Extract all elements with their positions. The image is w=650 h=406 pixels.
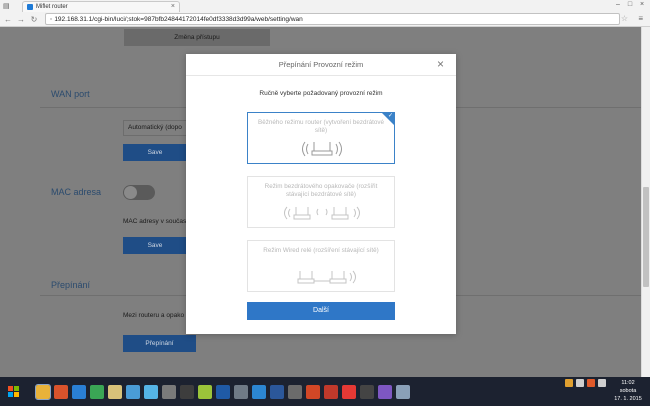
mac-description: MAC adresy v součas xyxy=(123,218,187,225)
firefox-icon[interactable] xyxy=(54,384,68,399)
windows-logo-icon xyxy=(8,385,19,397)
change-access-button[interactable]: Změna přístupu xyxy=(124,29,270,46)
explorer-icon[interactable] xyxy=(108,384,122,399)
app-icon[interactable] xyxy=(216,384,230,399)
ie-icon[interactable] xyxy=(72,384,86,399)
powerpoint-icon[interactable] xyxy=(306,384,320,399)
taskbar-clock[interactable]: 11:02 sobota 17. 1. 2015 xyxy=(612,379,644,403)
address-bar[interactable]: ▫ 192.168.31.1/cgi-bin/luci/;stok=987bfb2… xyxy=(45,13,620,25)
back-icon[interactable]: ← xyxy=(3,15,13,25)
tray-icon[interactable] xyxy=(565,379,573,387)
tab-title: Miflet router xyxy=(36,4,68,10)
tab-close-icon[interactable]: × xyxy=(171,3,175,10)
reload-icon[interactable]: ↻ xyxy=(29,15,39,25)
dialog-title: Přepínání Provozní režim xyxy=(278,60,364,69)
operation-mode-dialog: Přepínání Provozní režim × Ručně vyberte… xyxy=(186,54,456,334)
volume-icon[interactable] xyxy=(598,379,606,387)
page-info-icon[interactable]: ▫ xyxy=(50,16,52,23)
chrome-icon[interactable] xyxy=(35,383,51,400)
windows-taskbar: 11:02 sobota 17. 1. 2015 xyxy=(0,377,650,406)
wan-mode-select[interactable]: Automatický (dopo xyxy=(123,120,187,136)
word-icon[interactable] xyxy=(270,384,284,399)
network-icon[interactable] xyxy=(576,379,584,387)
app-icon[interactable] xyxy=(324,384,338,399)
app-icon[interactable] xyxy=(198,384,212,399)
scrollbar-thumb[interactable] xyxy=(643,187,649,287)
mac-toggle[interactable] xyxy=(123,185,155,200)
switch-mode-button[interactable]: Přepínání xyxy=(123,335,196,352)
url-text: 192.168.31.1/cgi-bin/luci/;stok=987bfb24… xyxy=(54,16,303,23)
tray-icon[interactable] xyxy=(587,379,595,387)
minimize-icon[interactable]: – xyxy=(612,0,624,9)
dialog-subtitle: Ručně vyberte požadovaný provozní režim xyxy=(259,90,383,97)
browser-toolbar: ← → ↻ ▫ 192.168.31.1/cgi-bin/luci/;stok=9… xyxy=(0,12,650,27)
youtube-icon[interactable] xyxy=(342,384,356,399)
mode-option-router[interactable]: ✓ Běžného režimu router (vytvoření bezdr… xyxy=(247,112,395,164)
app-icon[interactable] xyxy=(162,384,176,399)
pinned-apps xyxy=(35,383,410,400)
dialog-header: Přepínání Provozní režim × xyxy=(186,54,456,76)
app-icon[interactable] xyxy=(234,384,248,399)
router-icon xyxy=(302,141,342,157)
app-icon[interactable] xyxy=(144,384,158,399)
maximize-icon[interactable]: □ xyxy=(624,0,636,9)
toggle-knob xyxy=(124,186,137,199)
app-icon[interactable] xyxy=(180,384,194,399)
window-controls: – □ × xyxy=(612,0,648,9)
mode-option-label: Režim Wired relé (rozšíření stávající sí… xyxy=(263,247,379,254)
start-button[interactable] xyxy=(0,377,28,406)
clock-day: sobota xyxy=(619,388,637,394)
app-icon[interactable] xyxy=(378,384,392,399)
browser-app-icon[interactable]: ▤ xyxy=(3,2,17,10)
system-tray xyxy=(565,379,606,387)
switch-heading: Přepínání xyxy=(51,280,91,290)
browser-tab[interactable]: Miflet router × xyxy=(22,1,180,12)
forward-icon[interactable]: → xyxy=(16,15,26,25)
app-icon[interactable] xyxy=(396,384,410,399)
mode-option-label: Běžného režimu router (vytvoření bezdrát… xyxy=(258,119,384,134)
page-scrollbar[interactable] xyxy=(641,27,650,377)
app-icon[interactable] xyxy=(252,384,266,399)
wan-heading: WAN port xyxy=(51,89,90,99)
bookmark-star-icon[interactable]: ☆ xyxy=(621,14,628,23)
app-icon[interactable] xyxy=(126,384,140,399)
browser-menu-icon[interactable]: ≡ xyxy=(638,14,643,23)
mode-option-label: Režim bezdrátového opakovače (rozšířit s… xyxy=(264,183,378,198)
mode-option-wired-relay[interactable]: Režim Wired relé (rozšíření stávající sí… xyxy=(247,240,395,292)
favicon-icon xyxy=(27,4,33,10)
browser-chrome: ▤ Miflet router × – □ × ← → ↻ ▫ 192.168.3… xyxy=(0,0,650,27)
checkmark-icon: ✓ xyxy=(387,113,393,119)
clock-date: 17. 1. 2015 xyxy=(614,396,642,402)
switch-description: Mezi routeru a opako xyxy=(123,312,185,319)
clock-time: 11:02 xyxy=(621,380,635,386)
excel-icon[interactable] xyxy=(90,384,104,399)
next-button[interactable]: Další xyxy=(247,302,395,320)
close-icon[interactable]: × xyxy=(437,57,444,71)
mode-option-wireless-repeater[interactable]: Režim bezdrátového opakovače (rozšířit s… xyxy=(247,176,395,228)
wired-relay-icon xyxy=(297,270,356,284)
wireless-repeater-icon xyxy=(284,206,360,220)
close-window-icon[interactable]: × xyxy=(636,0,648,9)
mac-heading: MAC adresa xyxy=(51,187,102,197)
app-icon[interactable] xyxy=(288,384,302,399)
mac-save-button[interactable]: Save xyxy=(123,237,187,254)
wan-save-button[interactable]: Save xyxy=(123,144,187,161)
app-icon[interactable] xyxy=(360,384,374,399)
